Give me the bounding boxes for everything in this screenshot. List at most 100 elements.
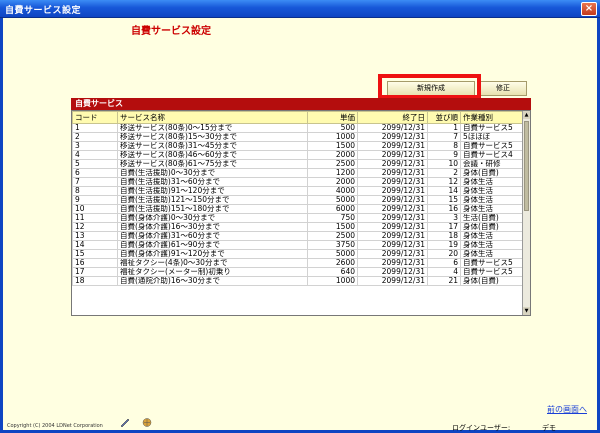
col-price-header[interactable]: 単価: [307, 111, 358, 124]
col-enddate-header[interactable]: 終了日: [357, 111, 428, 124]
close-icon[interactable]: ×: [581, 2, 597, 16]
edit-button[interactable]: 修正: [479, 81, 527, 96]
cell-price: 1500: [307, 222, 358, 232]
cell-code: 4: [72, 150, 118, 160]
table-row[interactable]: 13 自費(身体介護)31～60分まで 2500 2099/12/31 18 身体生活: [72, 231, 525, 241]
cell-work-type: 会議・研修: [460, 159, 525, 169]
table-row[interactable]: 8 自費(生活援助)91～120分まで 4000 2099/12/31 14 身体生活: [72, 186, 525, 196]
cell-code: 12: [72, 222, 118, 232]
cell-price: 1000: [307, 132, 358, 142]
col-order-header[interactable]: 並び順: [427, 111, 461, 124]
cell-price: 2600: [307, 258, 358, 268]
table-row[interactable]: 2 移送サービス(80条)15～30分まで 1000 2099/12/31 7 5ほほぼ: [72, 132, 525, 142]
cell-order: 17: [427, 222, 461, 232]
cell-order: 1: [427, 123, 461, 133]
table-row[interactable]: 4 移送サービス(80条)46～60分まで 2000 2099/12/31 9 自費サービ…: [72, 150, 525, 160]
back-link[interactable]: 前の画面へ: [547, 404, 587, 415]
cell-work-type: 自費サービス5: [460, 267, 525, 277]
cell-service-name: 自費(身体介護)16～30分まで: [117, 222, 308, 232]
table-row[interactable]: 10 自費(生活援助)151～180分まで 6000 2099/12/31 16 身体生活: [72, 204, 525, 214]
cell-code: 17: [72, 267, 118, 277]
cell-price: 2000: [307, 177, 358, 187]
cell-price: 3750: [307, 240, 358, 250]
cell-service-name: 自費(生活援助)0～30分まで: [117, 168, 308, 178]
cell-end-date: 2099/12/31: [357, 168, 428, 178]
cell-price: 1500: [307, 141, 358, 151]
cell-price: 1000: [307, 276, 358, 286]
cell-work-type: 身体生活: [460, 249, 525, 259]
cell-order: 14: [427, 186, 461, 196]
cell-code: 10: [72, 204, 118, 214]
cell-end-date: 2099/12/31: [357, 222, 428, 232]
cell-work-type: 身体(自費): [460, 222, 525, 232]
cell-service-name: 移送サービス(80条)46～60分まで: [117, 150, 308, 160]
cell-price: 2000: [307, 150, 358, 160]
cell-end-date: 2099/12/31: [357, 267, 428, 277]
cell-code: 2: [72, 132, 118, 142]
cell-work-type: 身体生活: [460, 186, 525, 196]
scrollbar-thumb[interactable]: [524, 121, 529, 211]
table-row[interactable]: 16 福祉タクシー(4条)0～30分まで 2600 2099/12/31 6 自費サービス…: [72, 258, 525, 268]
cell-service-name: 移送サービス(80条)31～45分まで: [117, 141, 308, 151]
cell-order: 2: [427, 168, 461, 178]
cell-end-date: 2099/12/31: [357, 132, 428, 142]
cell-work-type: 生活(自費): [460, 213, 525, 223]
cell-order: 15: [427, 195, 461, 205]
cell-service-name: 自費(身体介護)91～120分まで: [117, 249, 308, 259]
cell-code: 18: [72, 276, 118, 286]
cell-code: 9: [72, 195, 118, 205]
scroll-up-icon[interactable]: ▲: [523, 111, 530, 119]
table-row[interactable]: 3 移送サービス(80条)31～45分まで 1500 2099/12/31 8 自費サービ…: [72, 141, 525, 151]
table-row[interactable]: 12 自費(身体介護)16～30分まで 1500 2099/12/31 17 身体(自費): [72, 222, 525, 232]
table-row[interactable]: 5 移送サービス(80条)61～75分まで 2500 2099/12/31 10 会議・研…: [72, 159, 525, 169]
cell-order: 4: [427, 267, 461, 277]
col-code-header[interactable]: コード: [72, 111, 118, 124]
cell-price: 640: [307, 267, 358, 277]
col-name-header[interactable]: サービス名称: [117, 111, 308, 124]
cell-order: 9: [427, 150, 461, 160]
cell-work-type: 自費サービス4: [460, 150, 525, 160]
table-row[interactable]: 11 自費(身体介護)0～30分まで 750 2099/12/31 3 生活(自費): [72, 213, 525, 223]
cell-price: 2500: [307, 231, 358, 241]
cell-end-date: 2099/12/31: [357, 213, 428, 223]
col-worktype-header[interactable]: 作業種別: [460, 111, 525, 124]
cell-end-date: 2099/12/31: [357, 159, 428, 169]
panel-title: 自費サービス: [71, 98, 531, 110]
cell-order: 3: [427, 213, 461, 223]
table-row[interactable]: 1 移送サービス(80条)0～15分まで 500 2099/12/31 1 自費サービス5: [72, 123, 525, 133]
cell-code: 6: [72, 168, 118, 178]
cell-order: 8: [427, 141, 461, 151]
cell-end-date: 2099/12/31: [357, 195, 428, 205]
table-row[interactable]: 15 自費(身体介護)91～120分まで 5000 2099/12/31 20 身体生活: [72, 249, 525, 259]
table-row[interactable]: 17 福祉タクシー(メーター制)初乗り 640 2099/12/31 4 自費サービス5: [72, 267, 525, 277]
cell-end-date: 2099/12/31: [357, 240, 428, 250]
service-grid[interactable]: コード サービス名称 単価 終了日 並び順 作業種別 1 移送サービス(80条)0…: [71, 110, 531, 316]
table-row[interactable]: 9 自費(生活援助)121～150分まで 5000 2099/12/31 15 身体生活: [72, 195, 525, 205]
cell-price: 750: [307, 213, 358, 223]
globe-icon: [142, 418, 152, 427]
table-row[interactable]: 14 自費(身体介護)61～90分まで 3750 2099/12/31 19 身体生活: [72, 240, 525, 250]
cell-price: 5000: [307, 195, 358, 205]
scroll-down-icon[interactable]: ▼: [523, 307, 530, 315]
cell-price: 4000: [307, 186, 358, 196]
cell-service-name: 自費(生活援助)151～180分まで: [117, 204, 308, 214]
cell-service-name: 自費(身体介護)0～30分まで: [117, 213, 308, 223]
cell-code: 7: [72, 177, 118, 187]
grid-header-row: コード サービス名称 単価 終了日 並び順 作業種別: [72, 111, 525, 124]
cell-end-date: 2099/12/31: [357, 258, 428, 268]
cell-code: 1: [72, 123, 118, 133]
cell-service-name: 自費(身体介護)31～60分まで: [117, 231, 308, 241]
login-user-name: デモ: [542, 424, 556, 432]
cell-code: 8: [72, 186, 118, 196]
cell-end-date: 2099/12/31: [357, 276, 428, 286]
login-user-label: ログインユーザー:: [452, 424, 511, 432]
cell-work-type: 身体生活: [460, 204, 525, 214]
vertical-scrollbar[interactable]: ▲ ▼: [522, 111, 530, 315]
cell-service-name: 福祉タクシー(メーター制)初乗り: [117, 267, 308, 277]
table-row[interactable]: 7 自費(生活援助)31～60分まで 2000 2099/12/31 12 身体生活: [72, 177, 525, 187]
cell-end-date: 2099/12/31: [357, 204, 428, 214]
cell-code: 11: [72, 213, 118, 223]
table-row[interactable]: 6 自費(生活援助)0～30分まで 1200 2099/12/31 2 身体(自費): [72, 168, 525, 178]
cell-service-name: 自費(身体介護)61～90分まで: [117, 240, 308, 250]
table-row[interactable]: 18 自費(通院介助)16～30分まで 1000 2099/12/31 21 身体(自費): [72, 276, 525, 286]
